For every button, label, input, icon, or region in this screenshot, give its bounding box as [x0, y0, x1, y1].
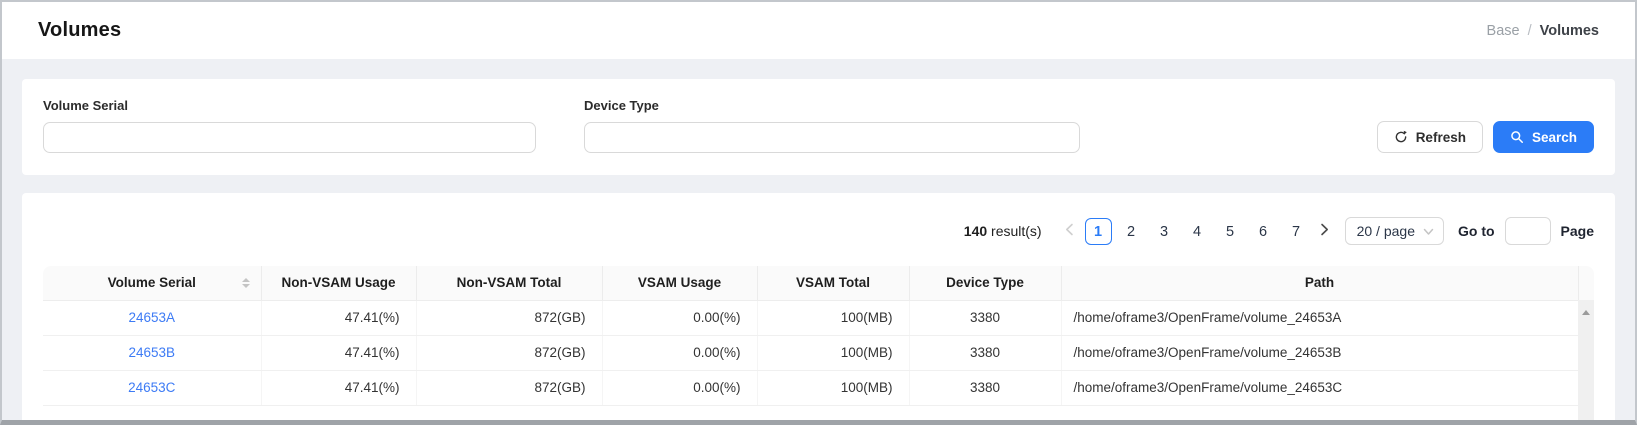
page-title: Volumes — [38, 19, 121, 42]
volume-serial-link[interactable]: 24653B — [128, 345, 175, 360]
breadcrumb-separator: / — [1528, 23, 1532, 39]
column-header-non-vsam-usage: Non-VSAM Usage — [261, 266, 416, 300]
refresh-button[interactable]: Refresh — [1377, 121, 1483, 153]
column-label: Volume Serial — [108, 275, 196, 290]
table-scrollbar[interactable] — [1578, 300, 1594, 425]
volume-serial-link[interactable]: 24653A — [128, 310, 175, 325]
column-header-non-vsam-total: Non-VSAM Total — [416, 266, 602, 300]
volume-serial-field-group: Volume Serial — [43, 98, 536, 153]
volumes-table-wrap: Volume Serial Non-VSAM Usage Non-VSAM Tota… — [43, 266, 1594, 425]
table-header-row: Volume Serial Non-VSAM Usage Non-VSAM Tota… — [43, 266, 1594, 300]
volume-serial-label: Volume Serial — [43, 98, 536, 113]
app-window: Volumes Base / Volumes Volume Serial Dev… — [0, 0, 1637, 425]
table-row: 24653A 47.41(%)872(GB)0.00(%)100(MB)3380/… — [43, 300, 1594, 335]
refresh-button-label: Refresh — [1416, 130, 1466, 145]
column-label: Path — [1305, 275, 1334, 290]
column-header-vsam-usage: VSAM Usage — [602, 266, 757, 300]
cell-vsam-usage: 0.00(%) — [602, 370, 757, 405]
cell-non-vsam-total: 872(GB) — [416, 370, 602, 405]
pagination-prev-button[interactable] — [1058, 218, 1082, 245]
search-icon — [1510, 130, 1524, 144]
results-count: 140 result(s) — [964, 223, 1042, 239]
column-label: Non-VSAM Total — [457, 275, 562, 290]
scrollbar-header-spacer — [1578, 266, 1594, 300]
device-type-input[interactable] — [584, 122, 1080, 153]
device-type-label: Device Type — [584, 98, 1080, 113]
pagination-next-button[interactable] — [1313, 218, 1337, 245]
cell-path: /home/oframe3/OpenFrame/volume_24653B — [1061, 335, 1578, 370]
pagination-page-7[interactable]: 7 — [1283, 218, 1310, 245]
pagination-page-6[interactable]: 6 — [1250, 218, 1277, 245]
results-number: 140 — [964, 223, 987, 239]
column-header-device-type: Device Type — [909, 266, 1061, 300]
table-row: 24653B 47.41(%)872(GB)0.00(%)100(MB)3380/… — [43, 335, 1594, 370]
volume-serial-input[interactable] — [43, 122, 536, 153]
breadcrumb-current: Volumes — [1540, 23, 1599, 39]
results-suffix: result(s) — [987, 223, 1041, 239]
cell-vsam-total: 100(MB) — [757, 370, 909, 405]
column-header-volume-serial[interactable]: Volume Serial — [43, 266, 261, 300]
cell-vsam-total: 100(MB) — [757, 300, 909, 335]
pagination-page-4[interactable]: 4 — [1184, 218, 1211, 245]
cell-device-type: 3380 — [909, 300, 1061, 335]
cell-vsam-total: 100(MB) — [757, 335, 909, 370]
page-content: Volume Serial Device Type Refresh — [2, 59, 1635, 425]
column-header-vsam-total: VSAM Total — [757, 266, 909, 300]
device-type-field-group: Device Type — [584, 98, 1080, 153]
search-button-label: Search — [1532, 130, 1577, 145]
page-header: Volumes Base / Volumes — [2, 2, 1635, 59]
page-label: Page — [1561, 223, 1594, 239]
cell-volume-serial: 24653A — [43, 300, 261, 335]
search-actions: Refresh Search — [1377, 121, 1594, 153]
chevron-left-icon — [1065, 223, 1074, 239]
volumes-table: Volume Serial Non-VSAM Usage Non-VSAM Tota… — [43, 266, 1594, 406]
breadcrumb: Base / Volumes — [1487, 23, 1599, 39]
search-button[interactable]: Search — [1493, 121, 1594, 153]
column-label: Device Type — [946, 275, 1024, 290]
breadcrumb-parent[interactable]: Base — [1487, 23, 1520, 39]
cell-volume-serial: 24653C — [43, 370, 261, 405]
pagination-page-2[interactable]: 2 — [1118, 218, 1145, 245]
cell-non-vsam-usage: 47.41(%) — [261, 335, 416, 370]
table-body: 24653A 47.41(%)872(GB)0.00(%)100(MB)3380/… — [43, 300, 1594, 405]
pagination: 140 result(s) 1234567 20 / page — [43, 217, 1594, 245]
refresh-icon — [1394, 130, 1408, 144]
goto-page-input[interactable] — [1505, 217, 1551, 245]
column-label: VSAM Total — [796, 275, 870, 290]
cell-volume-serial: 24653B — [43, 335, 261, 370]
chevron-right-icon — [1320, 223, 1329, 239]
cell-non-vsam-total: 872(GB) — [416, 300, 602, 335]
cell-non-vsam-usage: 47.41(%) — [261, 300, 416, 335]
pagination-page-1[interactable]: 1 — [1085, 218, 1112, 245]
column-header-path: Path — [1061, 266, 1578, 300]
cell-vsam-usage: 0.00(%) — [602, 300, 757, 335]
cell-device-type: 3380 — [909, 335, 1061, 370]
cell-device-type: 3380 — [909, 370, 1061, 405]
pagination-page-3[interactable]: 3 — [1151, 218, 1178, 245]
page-size-value: 20 / page — [1357, 223, 1415, 239]
goto-label: Go to — [1458, 223, 1495, 239]
scroll-up-icon[interactable] — [1582, 310, 1590, 315]
volume-serial-link[interactable]: 24653C — [128, 380, 175, 395]
page-size-select[interactable]: 20 / page — [1345, 217, 1444, 245]
cell-non-vsam-total: 872(GB) — [416, 335, 602, 370]
pagination-pages: 1234567 — [1082, 218, 1313, 245]
volumes-panel: 140 result(s) 1234567 20 / page — [22, 193, 1615, 425]
sort-icon[interactable] — [242, 278, 250, 288]
cell-path: /home/oframe3/OpenFrame/volume_24653A — [1061, 300, 1578, 335]
column-label: VSAM Usage — [638, 275, 721, 290]
search-panel: Volume Serial Device Type Refresh — [22, 79, 1615, 175]
column-label: Non-VSAM Usage — [281, 275, 395, 290]
cell-non-vsam-usage: 47.41(%) — [261, 370, 416, 405]
table-row: 24653C 47.41(%)872(GB)0.00(%)100(MB)3380/… — [43, 370, 1594, 405]
cell-path: /home/oframe3/OpenFrame/volume_24653C — [1061, 370, 1578, 405]
cell-vsam-usage: 0.00(%) — [602, 335, 757, 370]
pagination-page-5[interactable]: 5 — [1217, 218, 1244, 245]
